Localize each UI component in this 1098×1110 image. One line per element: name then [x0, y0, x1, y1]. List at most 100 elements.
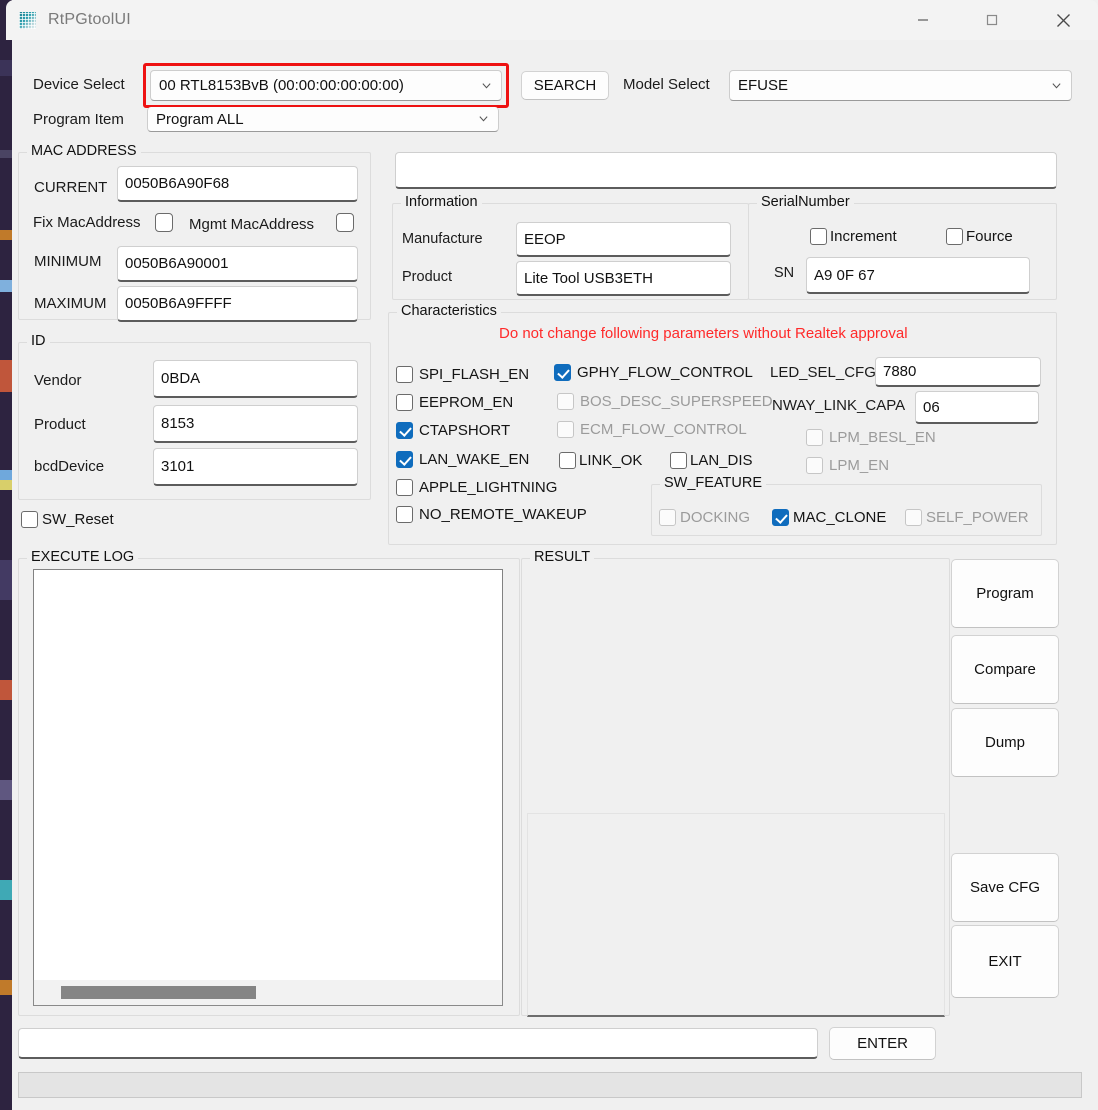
checkbox-eeprom-en[interactable]: EEPROM_EN	[396, 394, 513, 411]
spi-flash-en-checkbox[interactable]	[396, 366, 413, 383]
eeprom-en-checkbox[interactable]	[396, 394, 413, 411]
checkbox-ecm-flow-control: ECM_FLOW_CONTROL	[557, 421, 747, 438]
checkbox-lan-dis[interactable]: LAN_DIS	[670, 452, 753, 469]
exit-button[interactable]: EXIT	[951, 925, 1059, 998]
ctapshort-checkbox[interactable]	[396, 422, 413, 439]
nway-link-capa-input[interactable]: 06	[915, 391, 1039, 424]
enter-button[interactable]: ENTER	[829, 1027, 936, 1060]
led-sel-cfg-label: LED_SEL_CFG	[770, 364, 876, 381]
sn-input[interactable]: A9 0F 67	[806, 257, 1030, 294]
led-sel-cfg-value: 7880	[883, 363, 917, 380]
title-bar: RtPGtoolUI	[6, 0, 1098, 40]
execute-log-hscrollbar[interactable]	[33, 980, 503, 1006]
device-select-highlight	[143, 63, 509, 108]
save-cfg-button[interactable]: Save CFG	[951, 853, 1059, 922]
model-select-label: Model Select	[623, 76, 710, 93]
characteristics-warning: Do not change following parameters witho…	[499, 325, 908, 342]
vendor-input[interactable]: 0BDA	[153, 360, 358, 398]
execute-log-textarea[interactable]	[33, 569, 503, 981]
program-item-combo[interactable]: Program ALL	[147, 107, 499, 132]
increment-checkbox[interactable]	[810, 228, 827, 245]
mac-address-group-title: MAC ADDRESS	[27, 143, 141, 159]
search-button[interactable]: SEARCH	[521, 71, 609, 100]
minimum-mac-input[interactable]: 0050B6A90001	[117, 246, 358, 282]
result-subpanel[interactable]	[527, 813, 945, 1017]
checkbox-lpm-besl-en: LPM_BESL_EN	[806, 429, 936, 446]
increment-row[interactable]: Increment	[810, 228, 897, 245]
lpm-en-checkbox	[806, 457, 823, 474]
no-remote-wakeup-label: NO_REMOTE_WAKEUP	[419, 506, 587, 523]
lpm-besl-en-checkbox	[806, 429, 823, 446]
fix-macaddress-checkbox[interactable]	[155, 213, 173, 232]
sn-value: A9 0F 67	[814, 266, 875, 284]
mac-clone-checkbox[interactable]	[772, 509, 789, 526]
execute-log-group-title: EXECUTE LOG	[27, 549, 139, 565]
product-name-label: Product	[402, 269, 452, 285]
manufacture-value: EEOP	[524, 230, 566, 248]
lan-wake-en-checkbox[interactable]	[396, 451, 413, 468]
maximum-mac-value: 0050B6A9FFFF	[125, 295, 232, 312]
model-select-value: EFUSE	[738, 77, 789, 94]
checkbox-link-ok[interactable]: LINK_OK	[559, 452, 642, 469]
status-bar	[18, 1072, 1082, 1098]
fource-label: Fource	[966, 228, 1013, 245]
product-name-value: Lite Tool USB3ETH	[524, 269, 653, 287]
checkbox-mac-clone[interactable]: MAC_CLONE	[772, 509, 886, 526]
bos-desc-superspeed-label: BOS_DESC_SUPERSPEED	[580, 393, 773, 410]
gphy-flow-control-checkbox[interactable]	[554, 364, 571, 381]
maximum-mac-input[interactable]: 0050B6A9FFFF	[117, 286, 358, 322]
checkbox-lan-wake-en[interactable]: LAN_WAKE_EN	[396, 451, 529, 468]
checkbox-gphy-flow-control[interactable]: GPHY_FLOW_CONTROL	[554, 364, 753, 381]
checkbox-apple-lightning[interactable]: APPLE_LIGHTNING	[396, 479, 557, 496]
docking-checkbox	[659, 509, 676, 526]
mac-clone-label: MAC_CLONE	[793, 509, 887, 526]
window-title: RtPGtoolUI	[48, 11, 131, 28]
model-select-combo[interactable]: EFUSE	[729, 70, 1072, 101]
checkbox-ctapshort[interactable]: CTAPSHORT	[396, 422, 510, 439]
background-window-strip	[0, 0, 12, 1110]
checkbox-spi-flash-en[interactable]: SPI_FLASH_EN	[396, 366, 529, 383]
checkbox-lpm-en: LPM_EN	[806, 457, 889, 474]
top-status-field[interactable]	[395, 152, 1057, 189]
self-power-checkbox	[905, 509, 922, 526]
bcddevice-value: 3101	[161, 458, 195, 475]
compare-button[interactable]: Compare	[951, 635, 1059, 704]
command-input[interactable]	[18, 1028, 818, 1059]
lan-dis-checkbox[interactable]	[670, 452, 687, 469]
product-id-label: Product	[34, 416, 86, 433]
led-sel-cfg-input[interactable]: 7880	[875, 357, 1041, 387]
link-ok-checkbox[interactable]	[559, 452, 576, 469]
current-mac-input[interactable]: 0050B6A90F68	[117, 166, 358, 202]
link-ok-label: LINK_OK	[579, 452, 643, 469]
manufacture-input[interactable]: EEOP	[516, 222, 731, 257]
product-id-value: 8153	[161, 415, 195, 432]
no-remote-wakeup-checkbox[interactable]	[396, 506, 413, 523]
apple-lightning-label: APPLE_LIGHTNING	[419, 479, 558, 496]
sw-reset-row[interactable]: SW_Reset	[21, 511, 114, 528]
increment-label: Increment	[830, 228, 897, 245]
checkbox-bos-desc-superspeed: BOS_DESC_SUPERSPEED	[557, 393, 773, 410]
execute-log-scroll-thumb[interactable]	[61, 986, 256, 999]
dump-button[interactable]: Dump	[951, 708, 1059, 777]
product-name-input[interactable]: Lite Tool USB3ETH	[516, 261, 731, 296]
close-icon[interactable]	[1040, 0, 1086, 40]
ctapshort-label: CTAPSHORT	[419, 422, 511, 439]
spi-flash-en-label: SPI_FLASH_EN	[419, 366, 530, 383]
apple-lightning-checkbox[interactable]	[396, 479, 413, 496]
mgmt-macaddress-checkbox[interactable]	[336, 213, 354, 232]
sw-reset-checkbox[interactable]	[21, 511, 38, 528]
checkbox-docking: DOCKING	[659, 509, 750, 526]
lan-dis-label: LAN_DIS	[690, 452, 753, 469]
manufacture-label: Manufacture	[402, 231, 483, 247]
minimize-icon[interactable]	[900, 0, 946, 40]
fource-checkbox[interactable]	[946, 228, 963, 245]
product-id-input[interactable]: 8153	[153, 405, 358, 443]
information-group-title: Information	[401, 194, 482, 210]
sn-label: SN	[774, 265, 795, 281]
checkbox-no-remote-wakeup[interactable]: NO_REMOTE_WAKEUP	[396, 506, 587, 523]
program-button[interactable]: Program	[951, 559, 1059, 628]
program-item-value: Program ALL	[156, 110, 244, 128]
fource-row[interactable]: Fource	[946, 228, 1013, 245]
maximize-icon[interactable]	[969, 0, 1015, 40]
bcddevice-input[interactable]: 3101	[153, 448, 358, 486]
